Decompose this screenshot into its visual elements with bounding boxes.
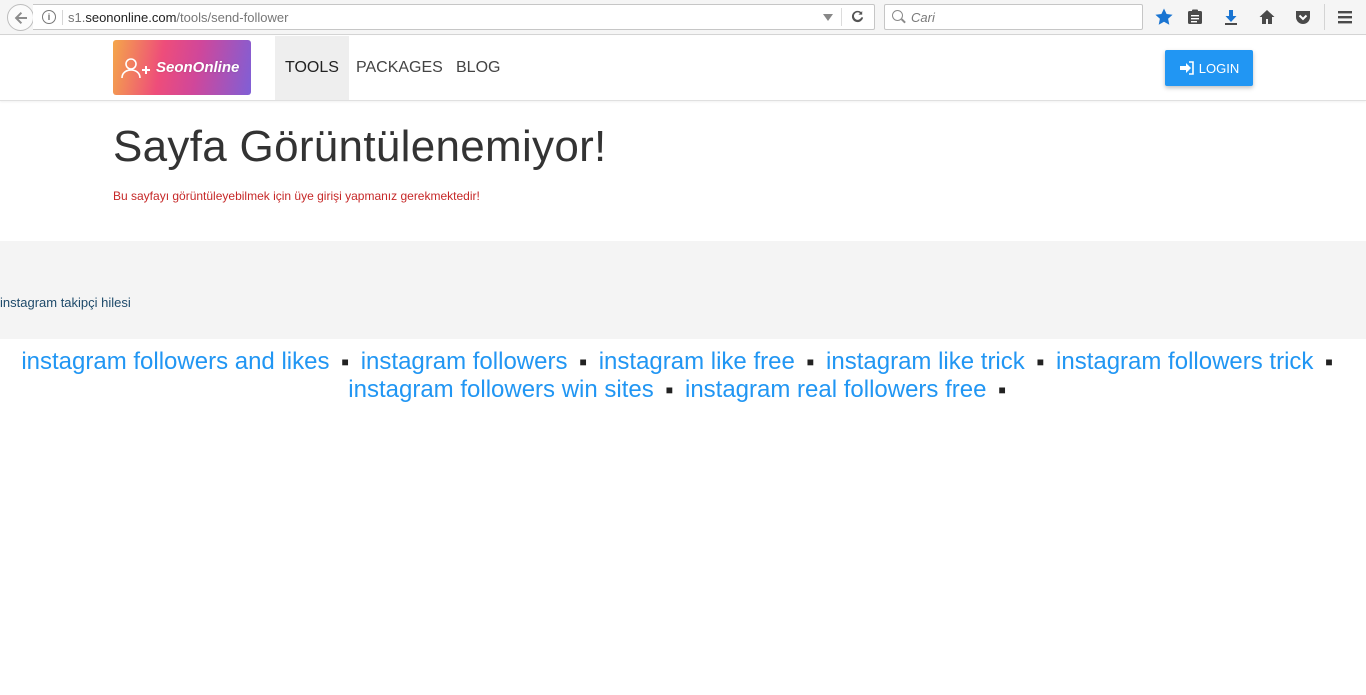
info-icon[interactable]: i <box>42 10 56 24</box>
tag-link[interactable]: instagram followers win sites <box>348 376 653 403</box>
tag-cloud: instagram followers and likes ■ instagram … <box>0 348 1366 404</box>
tag-link[interactable]: instagram real followers free <box>685 376 986 403</box>
url-text[interactable]: s1.seononline.com/tools/send-follower <box>68 10 288 25</box>
nav-blog[interactable]: BLOG <box>446 36 510 100</box>
tag-link[interactable]: instagram like free <box>599 348 795 375</box>
tag-separator: ■ <box>998 383 1006 398</box>
tag-separator: ■ <box>341 355 349 370</box>
nav-tools[interactable]: TOOLS <box>275 36 349 100</box>
tag-link[interactable]: instagram followers <box>361 348 568 375</box>
tag-separator: ■ <box>665 383 673 398</box>
page-title: Sayfa Görüntülenemiyor! <box>113 122 607 171</box>
tag-separator: ■ <box>579 355 587 370</box>
download-icon[interactable] <box>1220 6 1242 28</box>
search-placeholder: Cari <box>911 10 935 25</box>
url-divider <box>62 10 63 25</box>
footer-band: instagram takipçi hilesi <box>0 241 1366 339</box>
pocket-icon[interactable] <box>1292 6 1314 28</box>
reload-icon[interactable] <box>850 8 865 27</box>
logo-text: SeonOnline <box>156 59 240 76</box>
url-path: /tools/send-follower <box>176 10 289 25</box>
tag-link[interactable]: instagram followers trick <box>1056 348 1313 375</box>
tag-separator: ■ <box>806 355 815 370</box>
add-user-icon <box>121 57 150 78</box>
tag-separator: ■ <box>1036 355 1045 370</box>
login-required-message: Bu sayfayı görüntüleyebilmek için üye gi… <box>113 189 480 203</box>
login-label: LOGIN <box>1198 60 1240 76</box>
site-logo[interactable]: SeonOnline <box>113 40 251 95</box>
tag-link[interactable]: instagram followers and likes <box>21 348 329 375</box>
bookmark-star-icon[interactable] <box>1153 6 1175 28</box>
tag-link[interactable]: instagram like trick <box>826 348 1025 375</box>
reload-divider <box>841 8 842 26</box>
takipci-hilesi-link[interactable]: instagram takipçi hilesi <box>0 295 131 310</box>
sign-in-icon <box>1179 61 1194 75</box>
back-button[interactable] <box>7 4 34 31</box>
url-bar[interactable]: i s1.seononline.com/tools/send-follower <box>33 4 875 30</box>
hamburger-menu-icon[interactable] <box>1334 6 1356 28</box>
toolbar-divider <box>1324 4 1325 30</box>
url-host: seononline.com <box>85 10 177 25</box>
history-dropdown-icon[interactable] <box>823 14 833 21</box>
url-prefix: s1. <box>68 10 86 25</box>
home-icon[interactable] <box>1256 6 1278 28</box>
site-header: SeonOnline TOOLS PACKAGES BLOG LOGIN <box>0 36 1366 101</box>
tag-separator: ■ <box>1325 355 1333 370</box>
arrow-left-icon <box>14 11 27 24</box>
search-icon <box>892 10 903 21</box>
search-bar[interactable]: Cari <box>884 4 1143 30</box>
reading-list-icon[interactable] <box>1184 6 1206 28</box>
login-button[interactable]: LOGIN <box>1165 50 1253 86</box>
nav-packages[interactable]: PACKAGES <box>346 36 453 100</box>
browser-toolbar: i s1.seononline.com/tools/send-follower … <box>0 0 1366 35</box>
